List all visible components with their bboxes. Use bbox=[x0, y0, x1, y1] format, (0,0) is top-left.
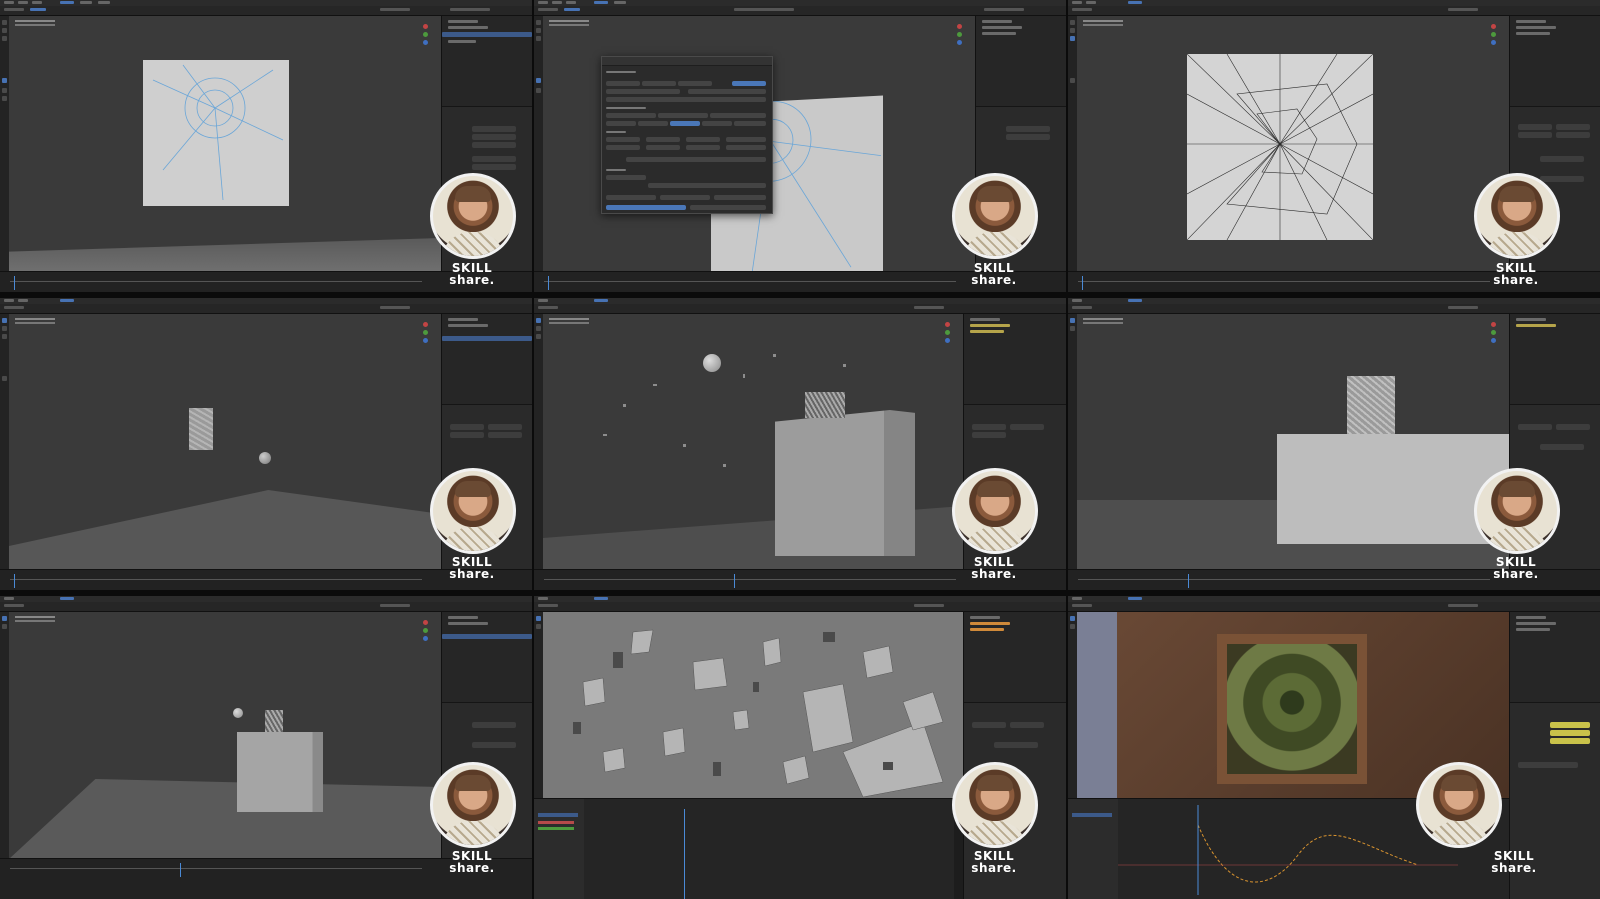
tool-column[interactable] bbox=[0, 16, 9, 272]
header-toolbar[interactable] bbox=[534, 6, 1066, 16]
instructor-avatar bbox=[430, 468, 516, 554]
navigation-gizmo[interactable] bbox=[945, 322, 955, 352]
skillshare-logo: SKILL share. bbox=[1491, 849, 1537, 875]
instructor-avatar bbox=[952, 762, 1038, 848]
debris-field-icon bbox=[573, 629, 944, 798]
navigation-gizmo[interactable] bbox=[423, 620, 433, 650]
instructor-avatar bbox=[952, 173, 1038, 259]
header-toolbar[interactable] bbox=[0, 602, 532, 612]
navigation-gizmo[interactable] bbox=[1491, 322, 1501, 352]
header-toolbar[interactable] bbox=[1068, 602, 1600, 612]
3d-viewport[interactable] bbox=[9, 612, 441, 859]
skillshare-logo: SKILL share. bbox=[449, 261, 495, 287]
debris-cluster bbox=[805, 392, 845, 418]
screenshot-grid: SKILL share. SKILL share. SKILL share. S… bbox=[0, 0, 1600, 899]
3d-viewport[interactable] bbox=[543, 314, 963, 570]
tool-column[interactable] bbox=[1068, 612, 1077, 799]
sphere-object bbox=[703, 354, 721, 372]
header-toolbar[interactable] bbox=[534, 304, 1066, 314]
header-toolbar[interactable] bbox=[534, 602, 1066, 612]
graph-editor[interactable] bbox=[534, 798, 954, 899]
tile-7: SKILL share. bbox=[0, 596, 532, 899]
instructor-avatar bbox=[430, 173, 516, 259]
tool-column[interactable] bbox=[0, 612, 9, 879]
tile-2: SKILL share. bbox=[534, 0, 1066, 292]
navigation-gizmo[interactable] bbox=[1491, 24, 1501, 54]
outliner[interactable] bbox=[1510, 16, 1600, 107]
picture-frame bbox=[1217, 634, 1367, 784]
outliner[interactable] bbox=[442, 314, 532, 405]
outliner[interactable] bbox=[442, 612, 532, 703]
animation-curve-icon bbox=[1118, 805, 1458, 895]
plane-object bbox=[143, 60, 289, 206]
tile-3: SKILL share. bbox=[1068, 0, 1600, 292]
3d-viewport[interactable] bbox=[1077, 314, 1509, 570]
outliner[interactable] bbox=[976, 16, 1066, 107]
header-toolbar[interactable] bbox=[1068, 304, 1600, 314]
skillshare-logo: SKILL share. bbox=[1493, 261, 1539, 287]
header-toolbar[interactable] bbox=[0, 6, 532, 16]
skillshare-logo: SKILL share. bbox=[971, 849, 1017, 875]
tool-column[interactable] bbox=[1068, 16, 1077, 272]
tile-5: SKILL share. bbox=[534, 298, 1066, 590]
debris-cluster bbox=[265, 710, 283, 732]
navigation-gizmo[interactable] bbox=[423, 322, 433, 352]
3d-viewport[interactable] bbox=[9, 16, 441, 272]
instructor-avatar bbox=[1474, 468, 1560, 554]
instructor-avatar bbox=[1474, 173, 1560, 259]
sphere-object bbox=[233, 708, 243, 718]
skillshare-logo: SKILL share. bbox=[971, 261, 1017, 287]
fracture-lines-icon bbox=[1186, 53, 1374, 241]
wall-object bbox=[237, 732, 323, 812]
skillshare-logo: SKILL share. bbox=[971, 555, 1017, 581]
outliner[interactable] bbox=[1510, 314, 1600, 405]
wall-object bbox=[775, 410, 915, 556]
tile-6: SKILL share. bbox=[1068, 298, 1600, 590]
tool-column[interactable] bbox=[534, 16, 543, 272]
fractured-panel bbox=[1347, 376, 1395, 436]
fractured-panel bbox=[189, 408, 213, 450]
tool-column[interactable] bbox=[534, 314, 543, 570]
sphere-object bbox=[259, 452, 271, 464]
tool-column[interactable] bbox=[0, 314, 9, 570]
navigation-gizmo[interactable] bbox=[957, 24, 967, 54]
cell-fracture-dialog[interactable] bbox=[601, 56, 773, 214]
instructor-avatar bbox=[952, 468, 1038, 554]
wall-side bbox=[1077, 612, 1117, 799]
tile-4: SKILL share. bbox=[0, 298, 532, 590]
tool-column[interactable] bbox=[1068, 314, 1077, 570]
outliner[interactable] bbox=[964, 314, 1066, 405]
glass-shatter-image bbox=[1227, 644, 1357, 774]
ground-plane bbox=[9, 779, 441, 859]
web-lines-icon bbox=[152, 64, 284, 201]
3d-viewport[interactable] bbox=[543, 16, 975, 272]
header-toolbar[interactable] bbox=[0, 304, 532, 314]
3d-viewport[interactable] bbox=[9, 314, 441, 570]
outliner[interactable] bbox=[1510, 612, 1600, 703]
skillshare-logo: SKILL share. bbox=[449, 849, 495, 875]
header-toolbar[interactable] bbox=[1068, 6, 1600, 16]
ground-plane bbox=[9, 490, 441, 570]
fractured-plane-object bbox=[1186, 53, 1374, 241]
skillshare-logo: SKILL share. bbox=[449, 555, 495, 581]
tile-9: SKILL share. bbox=[1068, 596, 1600, 899]
tile-8: SKILL share. bbox=[534, 596, 1066, 899]
3d-viewport[interactable] bbox=[1077, 16, 1509, 272]
instructor-avatar bbox=[430, 762, 516, 848]
navigation-gizmo[interactable] bbox=[423, 24, 433, 54]
tile-1: SKILL share. bbox=[0, 0, 532, 292]
wall-object bbox=[1277, 434, 1509, 544]
outliner[interactable] bbox=[442, 16, 532, 107]
instructor-avatar bbox=[1416, 762, 1502, 848]
outliner[interactable] bbox=[964, 612, 1066, 703]
skillshare-logo: SKILL share. bbox=[1493, 555, 1539, 581]
tool-column[interactable] bbox=[534, 612, 543, 799]
3d-viewport[interactable] bbox=[543, 612, 963, 799]
